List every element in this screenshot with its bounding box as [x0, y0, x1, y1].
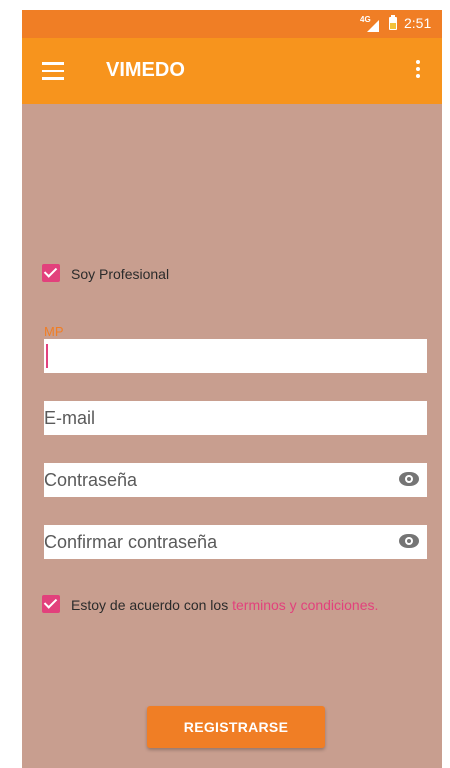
- register-button[interactable]: REGISTRARSE: [147, 706, 325, 748]
- terms-link[interactable]: terminos y condiciones.: [232, 597, 378, 613]
- eye-icon[interactable]: [399, 472, 419, 486]
- terms-prefix: Estoy de acuerdo con los: [71, 597, 233, 613]
- mp-field[interactable]: [44, 339, 427, 373]
- text-cursor: [46, 344, 48, 368]
- signal-icon: [367, 20, 379, 32]
- confirm-password-placeholder: Confirmar contraseña: [44, 532, 218, 552]
- confirm-password-field[interactable]: Confirmar contraseña: [44, 525, 427, 559]
- terms-checkbox[interactable]: [42, 595, 60, 613]
- more-vert-icon[interactable]: [414, 60, 422, 82]
- password-field[interactable]: Contraseña: [44, 463, 427, 497]
- email-field[interactable]: E-mail: [44, 401, 427, 435]
- app-bar: VIMEDO: [22, 38, 442, 104]
- email-placeholder: E-mail: [44, 408, 96, 428]
- password-placeholder: Contraseña: [44, 470, 138, 490]
- terms-label: Estoy de acuerdo con los terminos y cond…: [71, 597, 378, 613]
- battery-icon: [389, 15, 397, 30]
- professional-checkbox[interactable]: [42, 264, 60, 282]
- status-time: 2:51: [404, 15, 432, 31]
- status-bar: 4G 2:51: [22, 10, 442, 38]
- menu-icon[interactable]: [42, 62, 64, 80]
- app-screen: 4G 2:51 VIMEDO Soy Profesional MP E-mail…: [22, 10, 442, 768]
- eye-icon[interactable]: [399, 534, 419, 548]
- app-title: VIMEDO: [106, 59, 185, 81]
- professional-label: Soy Profesional: [71, 266, 170, 282]
- mp-label: MP: [44, 324, 64, 339]
